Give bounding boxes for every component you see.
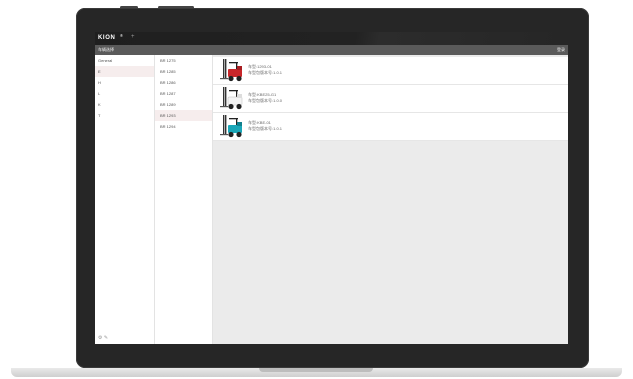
- forklift-white-icon: [220, 87, 243, 110]
- forklift-red-icon: [220, 59, 242, 82]
- app-header: KION ® +: [95, 32, 568, 45]
- category-label: L: [98, 91, 101, 96]
- vehicle-list: 车型:1293-01 车型包版本号:1.0.1 车型:KBE25-G1 车型包版…: [213, 55, 568, 344]
- login-button[interactable]: 登录: [557, 47, 565, 53]
- vehicle-card[interactable]: 车型:KBE-01 车型包版本号:1.0.1: [213, 113, 568, 141]
- page-title: 车辆选择: [98, 47, 114, 52]
- model-label: BR 1275: [160, 58, 176, 63]
- category-label: E: [98, 69, 101, 74]
- model-item[interactable]: BR 1294: [155, 121, 212, 132]
- title-bar: 车辆选择 登录: [95, 45, 568, 55]
- category-item[interactable]: T: [95, 110, 154, 121]
- category-label: General: [98, 58, 113, 63]
- vehicle-version: 车型包版本号:1.0.0: [248, 98, 283, 103]
- category-label: H: [98, 80, 101, 85]
- category-item[interactable]: H: [95, 77, 154, 88]
- app-screen: KION ® + 车辆选择 登录 General E H L K T ⚙ ✎ B…: [95, 32, 568, 344]
- forklift-teal-icon: [220, 115, 242, 138]
- kion-logo: KION: [98, 35, 116, 41]
- model-item[interactable]: BR 1287: [155, 88, 212, 99]
- vehicle-version: 车型包版本号:1.0.1: [248, 70, 283, 75]
- add-tab-button[interactable]: +: [131, 34, 135, 40]
- category-item[interactable]: L: [95, 88, 154, 99]
- category-list: General E H L K T ⚙ ✎: [95, 55, 155, 344]
- model-item[interactable]: BR 1293: [155, 110, 212, 121]
- device-base-notch: [259, 368, 373, 372]
- model-list: BR 1275 BR 1285 BR 1286 BR 1287 BR 1289 …: [155, 55, 213, 344]
- category-label: K: [98, 102, 101, 107]
- model-label: BR 1294: [160, 124, 176, 129]
- category-item[interactable]: E: [95, 66, 154, 77]
- model-item[interactable]: BR 1285: [155, 66, 212, 77]
- vehicle-card[interactable]: 车型:KBE25-G1 车型包版本号:1.0.0: [213, 85, 568, 113]
- category-label: T: [98, 113, 101, 118]
- model-item[interactable]: BR 1289: [155, 99, 212, 110]
- settings-icons[interactable]: ⚙ ✎: [98, 335, 108, 341]
- model-item[interactable]: BR 1275: [155, 55, 212, 66]
- model-item[interactable]: BR 1286: [155, 77, 212, 88]
- model-label: BR 1289: [160, 102, 176, 107]
- model-label: BR 1287: [160, 91, 176, 96]
- model-label: BR 1293: [160, 113, 176, 118]
- vehicle-version: 车型包版本号:1.0.1: [248, 126, 283, 131]
- category-item[interactable]: General: [95, 55, 154, 66]
- category-item[interactable]: K: [95, 99, 154, 110]
- vehicle-card[interactable]: 车型:1293-01 车型包版本号:1.0.1: [213, 57, 568, 85]
- model-label: BR 1286: [160, 80, 176, 85]
- model-label: BR 1285: [160, 69, 176, 74]
- registered-mark: ®: [120, 33, 123, 38]
